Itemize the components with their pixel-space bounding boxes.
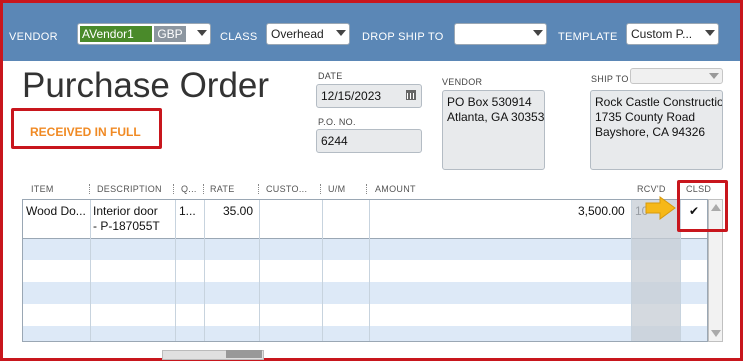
column-divider[interactable] [320, 184, 322, 194]
cell-description-line1[interactable]: Interior door [93, 204, 158, 218]
po-number-field[interactable]: 6244 [316, 129, 422, 153]
column-header-customer[interactable]: CUSTO... [266, 184, 307, 194]
page-title: Purchase Order [22, 66, 270, 105]
chevron-down-icon [197, 30, 207, 36]
chevron-down-icon [709, 73, 719, 79]
vendor-address-field[interactable]: PO Box 530914 Atlanta, GA 30353-0914 [442, 90, 545, 170]
column-line [204, 200, 205, 341]
received-column-shade [632, 200, 680, 341]
header-toolbar: VENDOR AVendor1 GBP CLASS Overhead DROP … [3, 3, 740, 61]
column-divider[interactable] [203, 184, 205, 194]
chevron-down-icon [533, 30, 543, 36]
column-line [322, 200, 323, 341]
arrow-right-icon [645, 196, 676, 220]
po-number-value: 6244 [321, 134, 348, 148]
date-label: DATE [318, 71, 343, 81]
vendor-value: AVendor1 [80, 26, 152, 42]
vendor-label: VENDOR [9, 31, 58, 43]
table-row[interactable] [23, 326, 707, 341]
chevron-down-icon [705, 30, 715, 36]
class-label: CLASS [220, 31, 258, 43]
table-row[interactable] [23, 238, 707, 260]
drop-ship-dropdown[interactable] [454, 23, 547, 45]
po-label: P.O. NO. [318, 117, 356, 127]
column-header-description[interactable]: DESCRIPTION [97, 184, 162, 194]
table-row[interactable]: Wood Do... Interior door - P-187055T 1..… [23, 200, 707, 239]
drop-ship-label: DROP SHIP TO [362, 31, 444, 43]
line-items-table: Wood Do... Interior door - P-187055T 1..… [22, 199, 708, 342]
vendor-dropdown[interactable]: AVendor1 GBP [77, 23, 211, 45]
template-value: Custom P... [631, 27, 693, 41]
closed-column-highlight [677, 180, 728, 232]
column-line [259, 200, 260, 341]
column-divider[interactable] [173, 184, 175, 194]
chevron-down-icon [336, 30, 346, 36]
ship-to-address-field[interactable]: Rock Castle Construction 1735 County Roa… [590, 90, 723, 170]
column-divider[interactable] [258, 184, 260, 194]
vendor-address-label: VENDOR [442, 77, 483, 87]
scroll-down-icon[interactable] [711, 330, 721, 337]
cell-description-line2[interactable]: - P-187055T [93, 219, 160, 233]
column-header-item[interactable]: ITEM [31, 184, 54, 194]
table-row[interactable] [23, 304, 707, 326]
calendar-icon[interactable] [406, 90, 416, 100]
cell-rate[interactable]: 35.00 [223, 204, 253, 218]
currency-badge: GBP [154, 26, 186, 42]
cell-item[interactable]: Wood Do... [26, 204, 88, 218]
date-value: 12/15/2023 [321, 89, 382, 103]
class-dropdown[interactable]: Overhead [266, 23, 350, 45]
class-value: Overhead [271, 27, 324, 41]
column-line [369, 200, 370, 341]
column-header-um[interactable]: U/M [328, 184, 345, 194]
column-line [175, 200, 176, 341]
status-badge: RECEIVED IN FULL [30, 125, 141, 139]
column-header-rate[interactable]: RATE [210, 184, 235, 194]
table-row[interactable] [23, 260, 707, 282]
ship-to-dropdown[interactable] [630, 68, 723, 84]
template-dropdown[interactable]: Custom P... [626, 23, 719, 45]
bottom-tab-active[interactable] [226, 350, 262, 358]
template-label: TEMPLATE [558, 31, 618, 43]
cell-amount[interactable]: 3,500.00 [578, 204, 625, 218]
ship-to-label: SHIP TO [591, 74, 629, 84]
date-field[interactable]: 12/15/2023 [316, 84, 422, 108]
column-header-amount[interactable]: AMOUNT [375, 184, 416, 194]
cell-qty[interactable]: 1... [179, 204, 196, 218]
column-header-qty[interactable]: Q... [181, 184, 197, 194]
column-divider[interactable] [89, 184, 91, 194]
column-divider[interactable] [366, 184, 368, 194]
column-line [90, 200, 91, 341]
column-header-received[interactable]: RCV'D [637, 184, 666, 194]
column-line [631, 200, 632, 341]
table-row[interactable] [23, 282, 707, 304]
status-highlight: RECEIVED IN FULL [11, 108, 162, 149]
table-header: ITEM DESCRIPTION Q... RATE CUSTO... U/M … [20, 180, 728, 198]
